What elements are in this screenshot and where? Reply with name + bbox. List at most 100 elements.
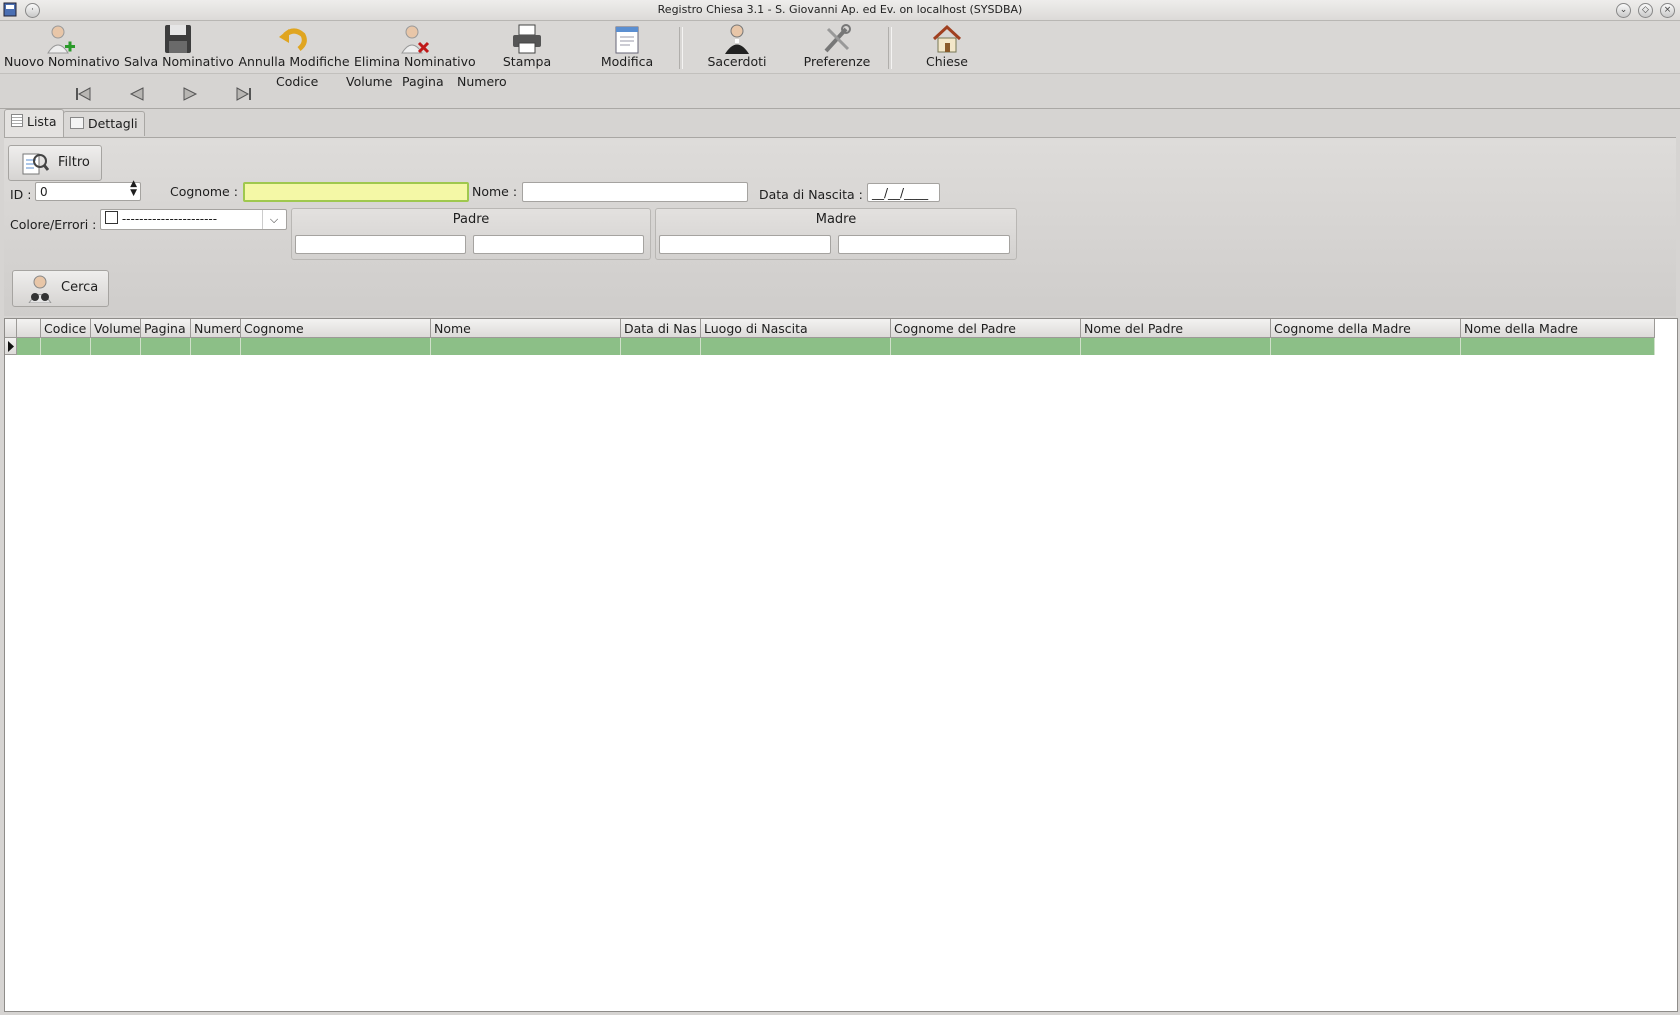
column-header-pagina[interactable]: Pagina (141, 319, 191, 338)
column-header-volume[interactable]: Volume (91, 319, 141, 338)
add-person-icon (47, 25, 75, 54)
padre-nome-input[interactable] (473, 235, 644, 254)
column-header-cognome[interactable]: Cognome (241, 319, 431, 338)
window-title: Registro Chiesa 3.1 - S. Giovanni Ap. ed… (657, 3, 1023, 16)
colore-errori-select[interactable]: ---------------------- ⌵ (100, 209, 287, 230)
column-header-numero[interactable]: Numero (191, 319, 241, 338)
last-record-icon[interactable] (233, 86, 253, 102)
nav-numero-label[interactable]: Numero (457, 74, 507, 89)
nav-volume-label[interactable]: Volume (346, 74, 393, 89)
table-row-cell[interactable] (1461, 338, 1655, 355)
color-swatch-icon (105, 211, 118, 224)
madre-group: Madre (655, 208, 1017, 260)
madre-cognome-input[interactable] (659, 235, 831, 254)
column-header-nome-padre[interactable]: Nome del Padre (1081, 319, 1271, 338)
preferenze-button[interactable]: Preferenze (796, 21, 878, 73)
table-row-cell[interactable] (431, 338, 621, 355)
navigation-bar: Codice Volume Pagina Numero (0, 73, 1680, 109)
nome-label: Nome : (472, 184, 518, 199)
tools-icon (824, 24, 851, 53)
column-header-nome-madre[interactable]: Nome della Madre (1461, 319, 1655, 338)
padre-cognome-input[interactable] (295, 235, 466, 254)
colore-errori-label: Colore/Errori : (10, 217, 97, 232)
data-di-nascita-input[interactable]: __/__/____ (867, 183, 940, 202)
row-indicator[interactable] (5, 338, 17, 355)
tab-dettagli[interactable]: Dettagli (63, 111, 145, 136)
maximize-button[interactable]: ◇ (1638, 3, 1653, 18)
stampa-button[interactable]: Stampa (490, 21, 564, 73)
table-row-cell[interactable] (191, 338, 241, 355)
cerca-button[interactable]: Cerca (12, 270, 109, 307)
minimize-button[interactable]: ⌄ (1616, 3, 1631, 18)
chevron-down-icon[interactable]: ⌵ (262, 210, 285, 229)
padre-group: Padre (291, 208, 651, 260)
modifica-button[interactable]: Modifica (590, 21, 664, 73)
column-header-luogo-di-nascita[interactable]: Luogo di Nascita (701, 319, 891, 338)
filter-search-icon (22, 153, 49, 175)
stampa-label: Stampa (502, 54, 552, 69)
column-header-cognome-madre[interactable]: Cognome della Madre (1271, 319, 1461, 338)
table-row-cell[interactable] (621, 338, 701, 355)
details-icon (70, 117, 84, 129)
column-header-codice[interactable]: Codice (41, 319, 91, 338)
column-header-nome[interactable]: Nome (431, 319, 621, 338)
annulla-modifiche-label: Annulla Modifiche (238, 54, 350, 69)
sacerdoti-button[interactable]: Sacerdoti (699, 21, 775, 73)
delete-person-icon (401, 25, 430, 54)
salva-nominativo-button[interactable]: Salva Nominativo (124, 21, 234, 73)
id-value: 0 (40, 185, 48, 199)
nome-input[interactable] (522, 182, 748, 202)
table-row-cell[interactable] (1271, 338, 1461, 355)
table-row-cell[interactable] (41, 338, 91, 355)
madre-nome-input[interactable] (838, 235, 1010, 254)
cognome-label: Cognome : (170, 184, 238, 199)
cognome-input[interactable] (243, 182, 469, 202)
table-row-cell[interactable] (891, 338, 1081, 355)
table-row-cell[interactable] (17, 338, 41, 355)
table-row-cell[interactable] (91, 338, 141, 355)
toolbar-separator (888, 27, 892, 69)
column-header-cognome-padre[interactable]: Cognome del Padre (891, 319, 1081, 338)
column-header-data-di-nascita[interactable]: Data di Nas (621, 319, 701, 338)
results-grid[interactable]: Codice Volume Pagina Numero Cognome Nome… (4, 318, 1678, 1012)
modifica-label: Modifica (600, 54, 654, 69)
close-button[interactable]: × (1660, 3, 1675, 18)
table-row-cell[interactable] (1081, 338, 1271, 355)
undo-icon (279, 28, 307, 51)
table-row-cell[interactable] (241, 338, 431, 355)
tab-lista[interactable]: Lista (4, 109, 64, 138)
title-bar: · Registro Chiesa 3.1 - S. Giovanni Ap. … (0, 0, 1680, 21)
toolbar: Nuovo Nominativo Salva Nominativo Annull… (0, 21, 1680, 73)
chiese-label: Chiese (925, 54, 969, 69)
id-label: ID : (10, 187, 32, 202)
chiese-button[interactable]: Chiese (910, 21, 984, 73)
padre-title: Padre (452, 212, 490, 227)
spin-arrows-icon[interactable]: ▲ ▼ (130, 180, 137, 198)
priest-icon (725, 24, 749, 54)
cerca-label: Cerca (61, 280, 99, 295)
column-header-blank[interactable] (17, 319, 41, 338)
tab-lista-label: Lista (26, 114, 57, 129)
elimina-nominativo-button[interactable]: Elimina Nominativo (354, 21, 476, 73)
sacerdoti-label: Sacerdoti (707, 54, 767, 69)
table-row-cell[interactable] (141, 338, 191, 355)
binoculars-person-icon (28, 275, 52, 303)
madre-title: Madre (815, 212, 857, 227)
edit-document-icon (615, 26, 639, 54)
next-record-icon[interactable] (180, 86, 200, 102)
row-indicator-header (5, 319, 17, 338)
first-record-icon[interactable] (74, 86, 94, 102)
printer-icon (513, 24, 541, 54)
nav-codice-label[interactable]: Codice (276, 74, 318, 89)
church-house-icon (932, 24, 962, 53)
data-di-nascita-label: Data di Nascita : (759, 187, 863, 202)
filtro-button[interactable]: Filtro (8, 145, 102, 181)
table-row-cell[interactable] (701, 338, 891, 355)
annulla-modifiche-button[interactable]: Annulla Modifiche (238, 21, 350, 73)
nuovo-nominativo-label: Nuovo Nominativo (4, 54, 120, 69)
nav-pagina-label[interactable]: Pagina (402, 74, 444, 89)
current-row-arrow-icon (8, 341, 14, 352)
id-spinbox[interactable]: 0 ▲ ▼ (35, 180, 141, 201)
previous-record-icon[interactable] (127, 86, 147, 102)
nuovo-nominativo-button[interactable]: Nuovo Nominativo (4, 21, 120, 73)
